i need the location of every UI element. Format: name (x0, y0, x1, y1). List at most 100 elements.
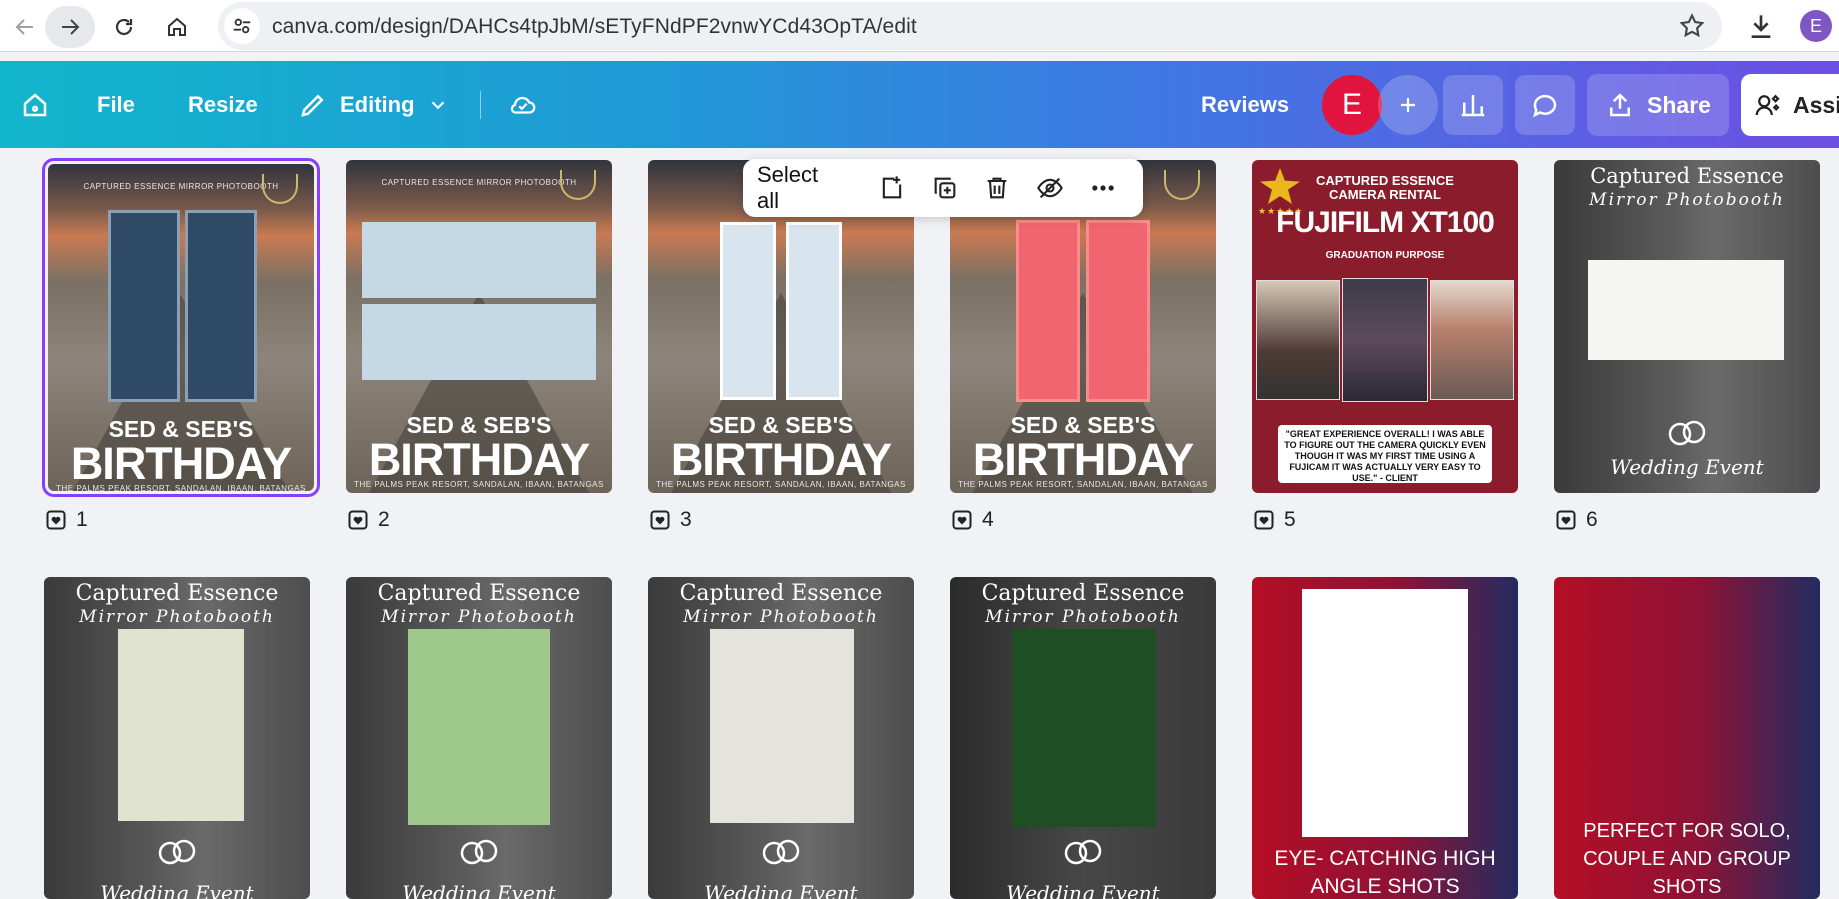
page-thumbnail-8[interactable]: Captured Essence Mirror Photobooth Weddi… (346, 577, 612, 899)
toolbar-divider (480, 91, 481, 119)
add-page-button[interactable] (866, 159, 919, 217)
home-icon (168, 17, 186, 36)
back-button[interactable] (0, 6, 50, 48)
more-options-button[interactable] (1076, 159, 1129, 217)
add-collaborator-button[interactable] (1378, 75, 1438, 135)
home-icon (23, 92, 47, 116)
cloud-save-status[interactable] (508, 61, 538, 148)
promo-solo: PERFECT FOR SOLO, COUPLE AND GROUP SHOTS (1583, 820, 1791, 898)
wedding-subtitle: Mirror Photobooth (1589, 190, 1785, 210)
assistant-button[interactable]: Assi (1741, 74, 1839, 136)
page-label-5: 5 (1254, 508, 1296, 532)
wedding-rings-icon (762, 839, 800, 865)
wedding-title: Captured Essence (75, 581, 279, 606)
page-label-2: 2 (348, 508, 390, 532)
photo-strip (1016, 220, 1080, 402)
editor-toolbar: File Resize Editing Reviews E Share Assi (0, 61, 1839, 148)
site-info-button[interactable] (224, 8, 260, 44)
rental-title-line1: CAPTURED ESSENCE (1316, 173, 1454, 188)
arrow-left-icon (15, 19, 33, 35)
heart-note-icon (1556, 510, 1576, 530)
comments-button[interactable] (1515, 75, 1575, 135)
file-menu[interactable]: File (97, 61, 135, 148)
browser-profile-avatar[interactable]: E (1800, 10, 1832, 42)
wedding-footer: Wedding Event (704, 881, 858, 899)
heart-note-icon (46, 510, 66, 530)
wedding-subtitle: Mirror Photobooth (79, 607, 275, 627)
comment-icon (1533, 94, 1557, 118)
heart-note-icon (650, 510, 670, 530)
wedding-footer: Wedding Event (100, 881, 254, 899)
photo-grid (1302, 589, 1468, 837)
select-all-button[interactable]: Select all (757, 162, 844, 214)
duplicate-icon (934, 177, 956, 199)
pencil-icon (301, 93, 324, 117)
duplicate-page-button[interactable] (919, 159, 972, 217)
collaborator-avatar[interactable]: E (1322, 75, 1382, 135)
bar-chart-icon (1461, 95, 1485, 117)
page-number: 1 (76, 508, 88, 531)
page-number: 2 (378, 508, 390, 531)
page-number: 3 (680, 508, 692, 531)
wedding-title: Captured Essence (679, 581, 883, 606)
more-horizontal-icon (1091, 185, 1114, 191)
photo-strip (1086, 220, 1150, 402)
editing-mode-dropdown[interactable]: Editing (298, 61, 449, 148)
wedding-footer: Wedding Event (1006, 881, 1160, 899)
page-thumbnail-1[interactable]: CAPTURED ESSENCE MIRROR PHOTOBOOTH SED &… (42, 158, 320, 497)
page-thumbnail-2[interactable]: CAPTURED ESSENCE MIRROR PHOTOBOOTH SED &… (346, 160, 612, 493)
wedding-footer: Wedding Event (402, 881, 556, 899)
url-text: canva.com/design/DAHCs4tpJbM/sETyFNdPF2v… (272, 15, 917, 38)
grad-photo (1430, 280, 1514, 400)
reload-button[interactable] (99, 6, 149, 48)
delete-page-button[interactable] (971, 159, 1024, 217)
photo-frame (710, 629, 854, 823)
page-thumbnail-9[interactable]: Captured Essence Mirror Photobooth Weddi… (648, 577, 914, 899)
reload-icon (115, 18, 133, 36)
thumb-title-main: BIRTHDAY (670, 434, 892, 485)
hide-page-button[interactable] (1024, 159, 1077, 217)
rental-title-line2: CAMERA RENTAL (1329, 187, 1441, 202)
editing-label: Editing (340, 91, 415, 117)
share-button[interactable]: Share (1587, 74, 1729, 136)
reviews-button[interactable]: Reviews (1201, 61, 1289, 148)
page-number: 5 (1284, 508, 1296, 531)
trash-icon (988, 177, 1007, 199)
page-thumbnail-11[interactable]: EYE- CATCHING HIGH ANGLE SHOTS (1252, 577, 1518, 899)
page-thumbnail-7[interactable]: Captured Essence Mirror Photobooth Weddi… (44, 577, 310, 899)
cloud-check-icon (510, 96, 536, 114)
laurel-logo (262, 174, 298, 204)
resize-menu[interactable]: Resize (188, 61, 258, 148)
address-bar[interactable]: canva.com/design/DAHCs4tpJbM/sETyFNdPF2v… (218, 2, 1722, 50)
home-button[interactable] (152, 6, 202, 48)
grad-photo (1342, 278, 1428, 402)
heart-note-icon (1254, 510, 1274, 530)
assistant-icon (1755, 94, 1780, 116)
photo-frame (362, 304, 596, 380)
page-label-1: 1 (46, 508, 88, 532)
home-button[interactable] (20, 61, 50, 148)
page-thumbnail-5[interactable]: ★★★★★ CAPTURED ESSENCE CAMERA RENTAL FUJ… (1252, 160, 1518, 493)
forward-button[interactable] (45, 6, 95, 48)
photo-frame (1588, 260, 1784, 360)
wedding-rings-icon (1064, 839, 1102, 865)
page-thumbnail-12[interactable]: PERFECT FOR SOLO, COUPLE AND GROUP SHOTS (1554, 577, 1820, 899)
download-icon[interactable] (1745, 10, 1777, 42)
heart-note-icon (952, 510, 972, 530)
thumb-title-main: BIRTHDAY (70, 438, 292, 489)
heart-note-icon (348, 510, 368, 530)
bookmark-star-icon[interactable] (1678, 12, 1706, 40)
page-label-6: 6 (1556, 508, 1598, 532)
laurel-logo (560, 170, 596, 200)
page-thumbnail-6[interactable]: Captured Essence Mirror Photobooth Weddi… (1554, 160, 1820, 493)
insights-button[interactable] (1443, 75, 1503, 135)
photo-strip (786, 222, 842, 400)
wedding-subtitle: Mirror Photobooth (381, 607, 577, 627)
wedding-title: Captured Essence (1590, 164, 1784, 188)
rental-purpose: GRADUATION PURPOSE (1325, 250, 1445, 261)
page-thumbnail-10[interactable]: Captured Essence Mirror Photobooth Weddi… (950, 577, 1216, 899)
rental-product: FUJIFILM XT100 (1276, 206, 1495, 239)
photo-frame (118, 629, 244, 821)
thumb-title-main: BIRTHDAY (368, 434, 590, 485)
page-label-4: 4 (952, 508, 994, 532)
